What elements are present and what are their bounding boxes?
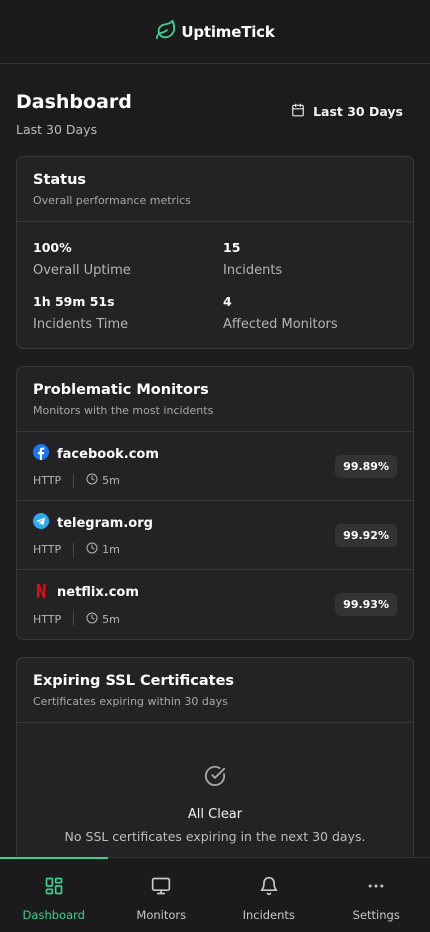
problematic-card-header: Problematic Monitors Monitors with the m… [17,367,413,432]
telegram-icon [33,513,49,533]
bell-icon [259,876,279,900]
metric-value: 15 [223,240,241,255]
metric-value: 4 [223,294,232,309]
calendar-icon [291,103,305,120]
main-content: Dashboard Last 30 Days Last 30 Days Stat… [0,65,430,857]
meta-divider [73,612,75,626]
nav-label: Settings [352,908,400,922]
uptime-badge: 99.93% [335,593,397,616]
status-card-header: Status Overall performance metrics [17,157,413,222]
monitor-interval: 5m [102,474,120,487]
uptime-badge: 99.92% [335,523,397,547]
monitor-type: HTTP [33,543,62,556]
metric-overall-uptime: 100% Overall Uptime [33,240,223,278]
metric-label: Overall Uptime [33,263,131,278]
status-title: Status [33,172,87,188]
nav-incidents[interactable]: Incidents [215,858,323,932]
ssl-empty-state: All Clear No SSL certificates expiring i… [17,723,413,857]
leaf-logo-icon [155,19,177,45]
clock-icon [86,612,98,627]
top-bar: UptimeTick [0,0,430,64]
page-title: Dashboard [16,91,132,113]
active-tab-indicator [0,857,108,859]
nav-monitors[interactable]: Monitors [108,858,216,932]
empty-title: All Clear [187,807,243,822]
app-name[interactable]: UptimeTick [181,23,274,41]
metric-value: 100% [33,240,72,255]
monitor-name: telegram.org [57,515,153,531]
clock-icon [86,473,98,488]
ssl-certificates-card: Expiring SSL Certificates Certificates e… [16,657,414,857]
problematic-monitors-card: Problematic Monitors Monitors with the m… [16,366,414,640]
page-subtitle: Last 30 Days [16,122,98,137]
problematic-description: Monitors with the most incidents [33,404,214,417]
metric-label: Incidents [223,263,283,278]
date-range-label: Last 30 Days [313,104,403,119]
meta-divider [73,542,75,557]
metric-value: 1h 59m 51s [33,294,115,309]
nav-label: Incidents [242,908,295,922]
metric-label: Affected Monitors [223,317,338,332]
monitor-row-facebook[interactable]: facebook.com HTTP 5m 99.89% [17,432,413,501]
monitor-interval: 1m [102,543,120,556]
date-range-button[interactable]: Last 30 Days [291,103,403,120]
meta-divider [73,473,75,488]
nav-dashboard[interactable]: Dashboard [0,858,108,932]
nav-label: Dashboard [22,908,85,922]
more-icon [366,876,386,900]
monitor-name: netflix.com [57,585,139,600]
monitor-row-netflix[interactable]: netflix.com HTTP 5m 99.93% [17,570,413,639]
facebook-icon [33,444,49,464]
metric-label: Incidents Time [33,317,129,332]
uptime-badge: 99.89% [335,454,397,478]
ssl-description: Certificates expiring within 30 days [33,695,228,708]
clock-icon [86,542,98,557]
status-description: Overall performance metrics [33,194,191,207]
problematic-title: Problematic Monitors [33,382,209,398]
netflix-icon [33,583,49,603]
monitor-interval: 5m [102,612,120,626]
monitor-type: HTTP [33,612,62,626]
page-header: Dashboard Last 30 Days Last 30 Days [0,65,430,156]
status-metrics: 100% Overall Uptime 15 Incidents 1h 59m … [17,222,413,348]
nav-settings[interactable]: Settings [323,858,430,932]
monitor-type: HTTP [33,474,62,487]
ssl-card-header: Expiring SSL Certificates Certificates e… [17,658,413,723]
metric-affected-monitors: 4 Affected Monitors [223,294,397,332]
empty-description: No SSL certificates expiring in the next… [64,829,366,844]
ssl-title: Expiring SSL Certificates [33,673,235,689]
monitor-icon [151,876,171,900]
monitor-row-telegram[interactable]: telegram.org HTTP 1m 99.92% [17,501,413,570]
metric-incidents: 15 Incidents [223,240,397,278]
check-circle-icon [204,765,226,791]
monitor-name: facebook.com [57,446,159,462]
bottom-navigation: Dashboard Monitors Incidents Settings [0,857,430,932]
dashboard-icon [44,876,64,900]
nav-label: Monitors [136,908,187,922]
metric-incidents-time: 1h 59m 51s Incidents Time [33,294,223,332]
status-card: Status Overall performance metrics 100% … [16,156,414,349]
